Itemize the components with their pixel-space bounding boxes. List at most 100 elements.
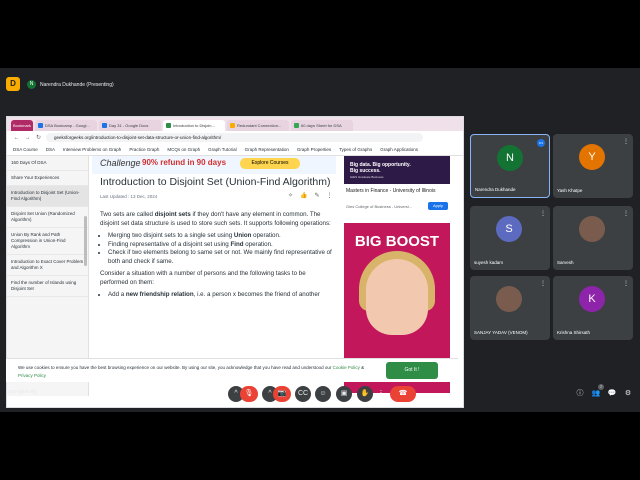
emoji-icon[interactable]: ☺ (315, 386, 331, 402)
ad-caption[interactable]: Masters in Finance - University of Illin… (346, 188, 435, 194)
browser-tab[interactable]: 60 days Sheet for DSA (291, 120, 353, 131)
site-nav-item[interactable]: MCQs on Graph (167, 147, 200, 152)
ad-apply-button[interactable]: Apply (428, 202, 448, 210)
browser-tab[interactable]: Introduction to Disjoin... (163, 120, 225, 131)
speaking-indicator-icon: ••• (537, 139, 545, 147)
article-title: Introduction to Disjoint Set (Union-Find… (100, 176, 331, 188)
participant-name: Narendra Dukhande (475, 187, 516, 192)
browser-tab[interactable]: Day 31 - Google Docs (99, 120, 161, 131)
tab-label: Day 31 - Google Docs (109, 123, 149, 128)
privacy-policy-link[interactable]: Privacy Policy (18, 373, 46, 378)
thumbs-up-icon[interactable]: 👍 (300, 192, 307, 199)
address-bar[interactable]: geeksforgeeks.org/introduction-to-disjoi… (46, 133, 423, 142)
cookie-policy-link[interactable]: Cookie Policy (333, 365, 360, 370)
present-icon[interactable]: ▣ (336, 386, 352, 402)
participant-tile[interactable]: Y Yash Khatpe ⋮ (553, 134, 633, 198)
meet-top-bar: D N Narendra Dukhande (Presenting) (0, 68, 640, 102)
site-nav-item[interactable]: DSA (46, 147, 55, 152)
tab-label: Redundant Connection... (237, 123, 282, 128)
sidebar-scrollbar[interactable] (84, 216, 87, 266)
tile-more-icon[interactable]: ⋮ (623, 210, 629, 217)
raise-hand-icon[interactable]: ✋ (357, 386, 373, 402)
sidebar-item[interactable]: 160 Days Of DSA (7, 156, 88, 171)
site-nav-item[interactable]: Graph Properties (297, 147, 331, 152)
tab-favicon-icon (230, 123, 235, 128)
tile-more-icon[interactable]: ⋮ (623, 280, 629, 287)
reload-icon[interactable]: ↻ (35, 134, 42, 141)
site-nav-item[interactable]: Graph Applications (380, 147, 418, 152)
cookie-consent-bar: We use cookies to ensure you have the be… (6, 358, 458, 382)
participant-tile[interactable]: N Narendra Dukhande ••• (470, 134, 550, 198)
participant-tile[interactable]: Ssuyesh kadam ⋮ (470, 206, 550, 270)
list-item: Finding representative of a disjoint set… (108, 241, 332, 250)
people-icon[interactable]: 👥 7 (590, 384, 604, 400)
promo-banner[interactable]: Challenge 90% refund in 90 days Explore … (92, 156, 336, 174)
participant-tile[interactable]: Sarvesh ⋮ (553, 206, 633, 270)
site-nav-item[interactable]: Interview Problems on Graph (63, 147, 121, 152)
tasks-list: Add a new friendship relation, i.e. a pe… (100, 291, 332, 300)
sidebar-item[interactable]: Introduction to Disjoint Set (Union-Find… (7, 186, 88, 207)
hang-up-icon[interactable]: ☎ (390, 386, 416, 402)
more-options-icon[interactable]: ⋮ (376, 386, 386, 402)
meet-control-bar: cos-qfrd-skj ^ 🎙 ^ 📷 CC ☺ ▣ ✋ ⋮ ☎ ⓘ 👥 7 … (0, 380, 640, 406)
ad-gies-image[interactable]: Big data. Big opportunity. Big success. … (344, 156, 450, 184)
meeting-info-icon[interactable]: ⓘ (574, 388, 586, 400)
article-body: Two sets are called disjoint sets if the… (100, 211, 332, 304)
participant-avatar: K (579, 286, 605, 312)
banner-cta-button[interactable]: Explore Courses (240, 158, 300, 169)
tab-label: 60 days Sheet for DSA (301, 123, 342, 128)
sidebar-item[interactable]: Share Your Experiences (7, 171, 88, 186)
site-nav-bar: DSA Course DSA Interview Problems on Graph… (7, 144, 463, 156)
sidebar-item[interactable]: Find the number of Islands using Disjoin… (7, 276, 88, 297)
banner-mid-text: 90% refund in 90 days (142, 158, 227, 167)
banner-left-text: Challenge (100, 158, 141, 168)
bookmark-button[interactable]: Bookmark (11, 120, 33, 131)
ad-sponsor: Gies College of Business - Universi... (346, 204, 413, 209)
tab-favicon-icon (102, 123, 107, 128)
article-updated-date: Last Updated : 13 Dec, 2024 (100, 194, 158, 199)
ad-photo-face (366, 259, 428, 335)
site-nav-item[interactable]: Practice Graph (129, 147, 159, 152)
meet-logo-icon: D (6, 77, 20, 91)
tab-label: DSA Bootcamp - Googl... (45, 123, 90, 128)
cookie-accept-button[interactable]: Got It ! (386, 362, 438, 379)
browser-tab[interactable]: DSA Bootcamp - Googl... (35, 120, 97, 131)
site-nav-item[interactable]: Types of Graphs (339, 147, 372, 152)
presenter-chip[interactable]: N Narendra Dukhande (Presenting) (27, 78, 114, 91)
tile-more-icon[interactable]: ⋮ (540, 280, 546, 287)
browser-tab[interactable]: Redundant Connection... (227, 120, 289, 131)
tab-favicon-icon (166, 123, 171, 128)
participant-avatar (579, 216, 605, 242)
ad-big-boost-text: BIG BOOST (354, 233, 440, 250)
browser-toolbar: ← → ↻ geeksforgeeks.org/introduction-to-… (7, 131, 463, 144)
sidebar-item[interactable]: Union By Rank and Path Compression in Un… (7, 228, 88, 255)
camera-off-icon[interactable]: 📷 (273, 386, 291, 402)
participant-tile[interactable]: K Krishna Shirsath ⋮ (553, 276, 633, 340)
more-options-icon[interactable]: ⋮ (327, 192, 333, 199)
tab-favicon-icon (38, 123, 43, 128)
presenter-label: Narendra Dukhande (Presenting) (40, 81, 114, 88)
list-item: Check if two elements belong to same set… (108, 249, 332, 266)
activities-icon[interactable]: ⚙ (622, 388, 634, 400)
edit-icon[interactable]: ✎ (315, 192, 320, 199)
captions-icon[interactable]: CC (295, 386, 311, 402)
presenter-avatar: N (27, 80, 36, 89)
site-nav-item[interactable]: DSA Course (13, 147, 38, 152)
participant-tile[interactable]: SANJAY YADAV (VENOM) ⋮ (470, 276, 550, 340)
article-paragraph: Consider a situation with a number of pe… (100, 270, 306, 286)
forward-icon[interactable]: → (24, 135, 31, 141)
tile-more-icon[interactable]: ⋮ (540, 210, 546, 217)
list-item: Merging two disjoint sets to a single se… (108, 232, 332, 241)
browser-tabstrip: Bookmark DSA Bootcamp - Googl... Day 31 - … (7, 117, 463, 131)
sidebar-item[interactable]: Introduction to Exact Cover Problem and … (7, 255, 88, 276)
site-nav-item[interactable]: Graph Tutorial (208, 147, 237, 152)
site-nav-item[interactable]: Graph Representation (245, 147, 289, 152)
ai-sparkle-icon[interactable]: ✧ (288, 192, 293, 199)
chat-icon[interactable]: 💬 (606, 388, 618, 400)
sidebar-item[interactable]: Disjoint Set Union (Randomized Algorithm… (7, 207, 88, 228)
participant-name: Krishna Shirsath (557, 330, 591, 335)
mic-off-icon[interactable]: 🎙 (240, 386, 258, 402)
back-icon[interactable]: ← (13, 135, 20, 141)
participant-avatar: S (496, 216, 522, 242)
tile-more-icon[interactable]: ⋮ (623, 138, 629, 145)
